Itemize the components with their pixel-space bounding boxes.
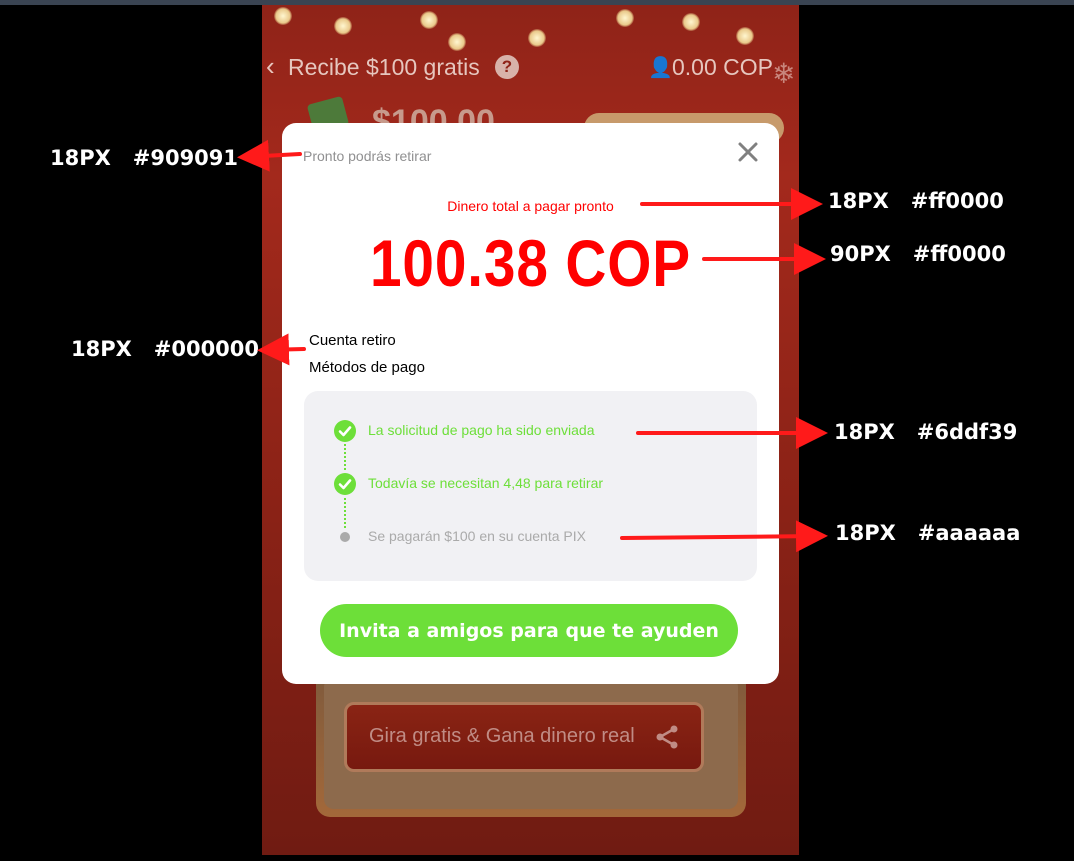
annotation-arrows <box>237 139 828 553</box>
arrow-pending-step <box>620 520 828 553</box>
arrow-hint <box>237 139 302 172</box>
screenshot-stage: ‹ Recibe $100 gratis ? 👤 0.00 COP ❄ $100… <box>0 0 1074 861</box>
arrow-labels <box>257 333 306 366</box>
